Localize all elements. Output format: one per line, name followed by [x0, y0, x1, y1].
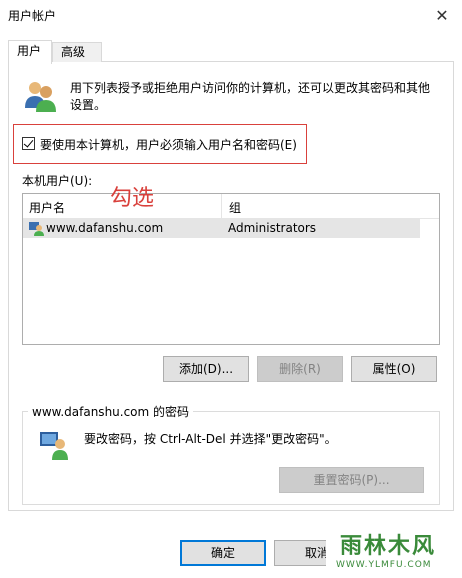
row-username: www.dafanshu.com [46, 221, 164, 235]
watermark-brand: 雨林木风 [340, 534, 437, 559]
list-header: 用户名 组 [23, 194, 439, 219]
user-icon [29, 222, 44, 236]
password-user-icon [40, 432, 68, 460]
ok-button[interactable]: 确定 [180, 540, 266, 566]
require-password-checkbox[interactable] [22, 137, 35, 150]
reset-password-button[interactable]: 重置密码(P)... [279, 467, 424, 493]
properties-button[interactable]: 属性(O) [351, 356, 437, 382]
column-header-group[interactable]: 组 [229, 199, 241, 216]
column-header-username[interactable]: 用户名 [29, 199, 65, 216]
delete-user-button[interactable]: 删除(R) [257, 356, 343, 382]
require-password-label[interactable]: 要使用本计算机，用户必须输入用户名和密码(E) [40, 136, 297, 153]
window-title: 用户帐户 [8, 9, 57, 23]
column-divider[interactable] [221, 194, 222, 218]
add-user-button[interactable]: 添加(D)... [163, 356, 249, 382]
password-group-legend: www.dafanshu.com 的密码 [28, 403, 194, 420]
row-group: Administrators [228, 221, 317, 235]
users-icon [25, 82, 56, 112]
local-users-label: 本机用户(U): [22, 174, 93, 188]
title-bar [0, 0, 462, 30]
tab-advanced[interactable]: 高级 [52, 42, 102, 62]
close-button[interactable]: ✕ [422, 0, 462, 30]
annotation-text: 勾选 [110, 186, 155, 211]
intro-text: 用下列表授予或拒绝用户访问你的计算机，还可以更改其密码和其他设置。 [70, 81, 431, 112]
close-icon: ✕ [435, 5, 449, 25]
watermark-url: WWW.YLMFU.COM [336, 560, 432, 570]
tab-users[interactable]: 用户 [8, 40, 52, 64]
password-instruction: 要改密码，按 Ctrl-Alt-Del 并选择"更改密码"。 [84, 432, 337, 446]
